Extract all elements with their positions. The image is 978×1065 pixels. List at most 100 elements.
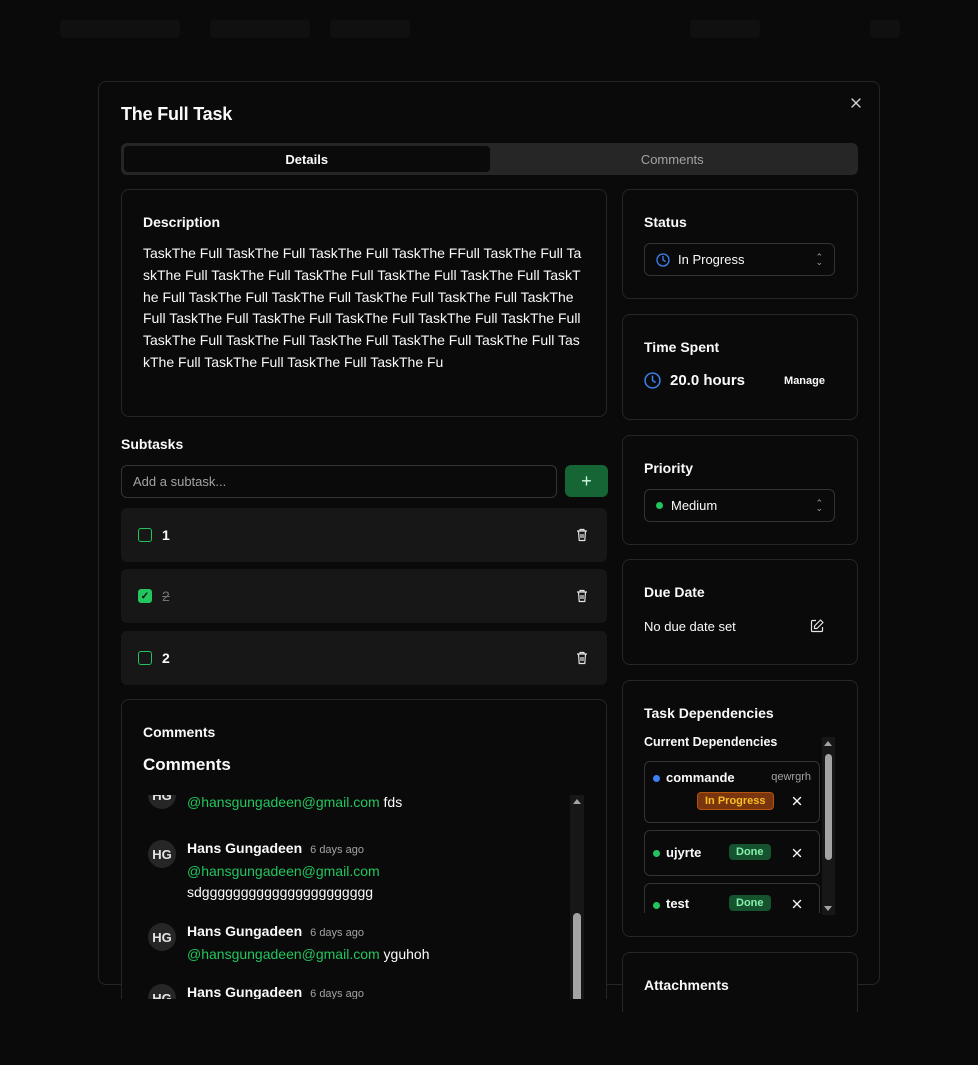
avatar: HG bbox=[148, 795, 176, 809]
scroll-thumb[interactable] bbox=[825, 754, 832, 860]
tab-comments[interactable]: Comments bbox=[490, 146, 856, 172]
avatar: HG bbox=[148, 984, 176, 999]
status-badge: In Progress bbox=[697, 792, 774, 810]
tab-details[interactable]: Details bbox=[124, 146, 490, 172]
chevron-updown-icon: ⌃ ⌄ bbox=[815, 251, 823, 267]
comments-heading: Comments bbox=[143, 755, 231, 774]
scroll-up-icon[interactable] bbox=[824, 741, 832, 746]
description-card: Description TaskThe Full TaskThe Full Ta… bbox=[121, 189, 607, 417]
comment-item: HG Hans Gungadeen 6 days ago bbox=[148, 984, 558, 999]
background-nav-item bbox=[210, 20, 310, 38]
avatar: HG bbox=[148, 923, 176, 951]
close-icon[interactable] bbox=[847, 94, 865, 112]
dependency-name: test bbox=[666, 896, 690, 911]
subtask-label: 2 bbox=[162, 650, 170, 666]
comment-author: Hans Gungadeen bbox=[187, 984, 303, 999]
clock-icon bbox=[644, 372, 661, 389]
background-nav-item bbox=[330, 20, 410, 38]
comment-time: 6 days ago bbox=[310, 844, 364, 856]
status-dot bbox=[653, 850, 660, 857]
status-badge: Done bbox=[729, 895, 771, 911]
priority-select[interactable]: Medium ⌃ ⌄ bbox=[644, 489, 835, 522]
dependency-item[interactable]: test Done bbox=[644, 883, 820, 913]
attachments-title: Attachments bbox=[644, 977, 729, 993]
attachments-card: Attachments bbox=[622, 952, 858, 1012]
chevron-updown-icon: ⌃ ⌄ bbox=[815, 497, 823, 513]
dependencies-card: Task Dependencies Current Dependencies c… bbox=[622, 680, 858, 937]
status-value: In Progress bbox=[678, 252, 745, 267]
priority-value: Medium bbox=[671, 498, 718, 513]
dependencies-scrollbar[interactable] bbox=[822, 737, 835, 915]
subtask-checkbox[interactable] bbox=[138, 528, 152, 542]
task-modal: The Full Task Details Comments Descripti… bbox=[98, 81, 880, 1012]
comments-list[interactable]: HG @hansgungadeen@gmail.com fds HG Hans … bbox=[143, 795, 575, 999]
comment-mention[interactable]: @hansgungadeen@gmail.com bbox=[187, 863, 380, 879]
comment-mention[interactable]: @hansgungadeen@gmail.com bbox=[187, 795, 380, 810]
dependency-name: ujyrte bbox=[666, 845, 702, 860]
subtask-label: 1 bbox=[162, 527, 170, 543]
background-nav-item bbox=[690, 20, 760, 38]
comments-scrollbar[interactable] bbox=[570, 795, 584, 999]
comment-message: sdgggggggggggggggggggggg bbox=[187, 884, 374, 900]
status-select[interactable]: In Progress ⌃ ⌄ bbox=[644, 243, 835, 276]
remove-dependency-icon[interactable] bbox=[791, 847, 803, 859]
subtask-row: 1 bbox=[121, 508, 607, 562]
comment-message: yguhoh bbox=[383, 946, 430, 962]
priority-dot bbox=[656, 502, 663, 509]
subtask-row: 2 bbox=[121, 631, 607, 685]
clock-icon bbox=[656, 252, 670, 267]
subtask-checkbox[interactable]: ✓ bbox=[138, 589, 152, 603]
remove-dependency-icon[interactable] bbox=[791, 795, 803, 807]
scroll-up-icon[interactable] bbox=[573, 799, 581, 804]
manage-time-button[interactable]: Manage bbox=[784, 375, 825, 387]
dependencies-title: Task Dependencies bbox=[644, 705, 774, 721]
comment-message: fds bbox=[383, 795, 403, 810]
due-date-value: No due date set bbox=[644, 618, 736, 634]
comments-card-title: Comments bbox=[143, 724, 216, 740]
status-dot bbox=[653, 902, 660, 909]
subtask-input[interactable] bbox=[121, 465, 557, 498]
remove-dependency-icon[interactable] bbox=[791, 898, 803, 910]
due-date-card: Due Date No due date set bbox=[622, 559, 858, 665]
trash-icon[interactable] bbox=[574, 650, 590, 666]
comment-item: HG @hansgungadeen@gmail.com fds bbox=[148, 795, 558, 813]
status-card: Status In Progress ⌃ ⌄ bbox=[622, 189, 858, 299]
priority-card: Priority Medium ⌃ ⌄ bbox=[622, 435, 858, 545]
dependency-item[interactable]: commande qewrgrh In Progress bbox=[644, 761, 820, 823]
background-nav-item bbox=[870, 20, 900, 38]
edit-icon[interactable] bbox=[809, 618, 825, 634]
comment-item: HG Hans Gungadeen 6 days ago @hansgungade… bbox=[148, 840, 558, 903]
scroll-down-icon[interactable] bbox=[824, 906, 832, 911]
priority-title: Priority bbox=[644, 460, 694, 476]
description-text: TaskThe Full TaskThe Full TaskThe Full T… bbox=[143, 245, 582, 370]
status-badge: Done bbox=[729, 844, 771, 860]
trash-icon[interactable] bbox=[574, 588, 590, 604]
comment-mention[interactable]: @hansgungadeen@gmail.com bbox=[187, 946, 380, 962]
time-spent-value: 20.0 hours bbox=[670, 372, 746, 389]
status-dot bbox=[653, 775, 660, 782]
comment-item: HG Hans Gungadeen 6 days ago @hansgungade… bbox=[148, 923, 558, 965]
scroll-thumb[interactable] bbox=[573, 913, 581, 999]
modal-title: The Full Task bbox=[121, 104, 233, 124]
time-spent-card: Time Spent 20.0 hours Manage bbox=[622, 314, 858, 420]
dependency-project: qewrgrh bbox=[771, 771, 811, 783]
subtasks-title: Subtasks bbox=[121, 436, 184, 452]
avatar: HG bbox=[148, 840, 176, 868]
comment-text: @hansgungadeen@gmail.com yguhoh bbox=[187, 944, 429, 965]
tab-list: Details Comments bbox=[121, 143, 858, 175]
due-date-title: Due Date bbox=[644, 584, 705, 600]
dependency-name: commande bbox=[666, 770, 735, 785]
comments-card: Comments Comments HG @hansgungadeen@gmai… bbox=[121, 699, 607, 999]
comment-time: 6 days ago bbox=[310, 927, 364, 939]
status-title: Status bbox=[644, 214, 687, 230]
subtask-checkbox[interactable] bbox=[138, 651, 152, 665]
dependency-item[interactable]: ujyrte Done bbox=[644, 830, 820, 876]
description-title: Description bbox=[143, 214, 221, 230]
comment-author: Hans Gungadeen bbox=[187, 923, 303, 939]
comment-author: Hans Gungadeen bbox=[187, 840, 303, 856]
add-subtask-button[interactable]: + bbox=[565, 465, 608, 497]
trash-icon[interactable] bbox=[574, 527, 590, 543]
time-spent-title: Time Spent bbox=[644, 339, 720, 355]
comment-time: 6 days ago bbox=[310, 988, 364, 999]
subtask-label: 2 bbox=[162, 588, 170, 604]
